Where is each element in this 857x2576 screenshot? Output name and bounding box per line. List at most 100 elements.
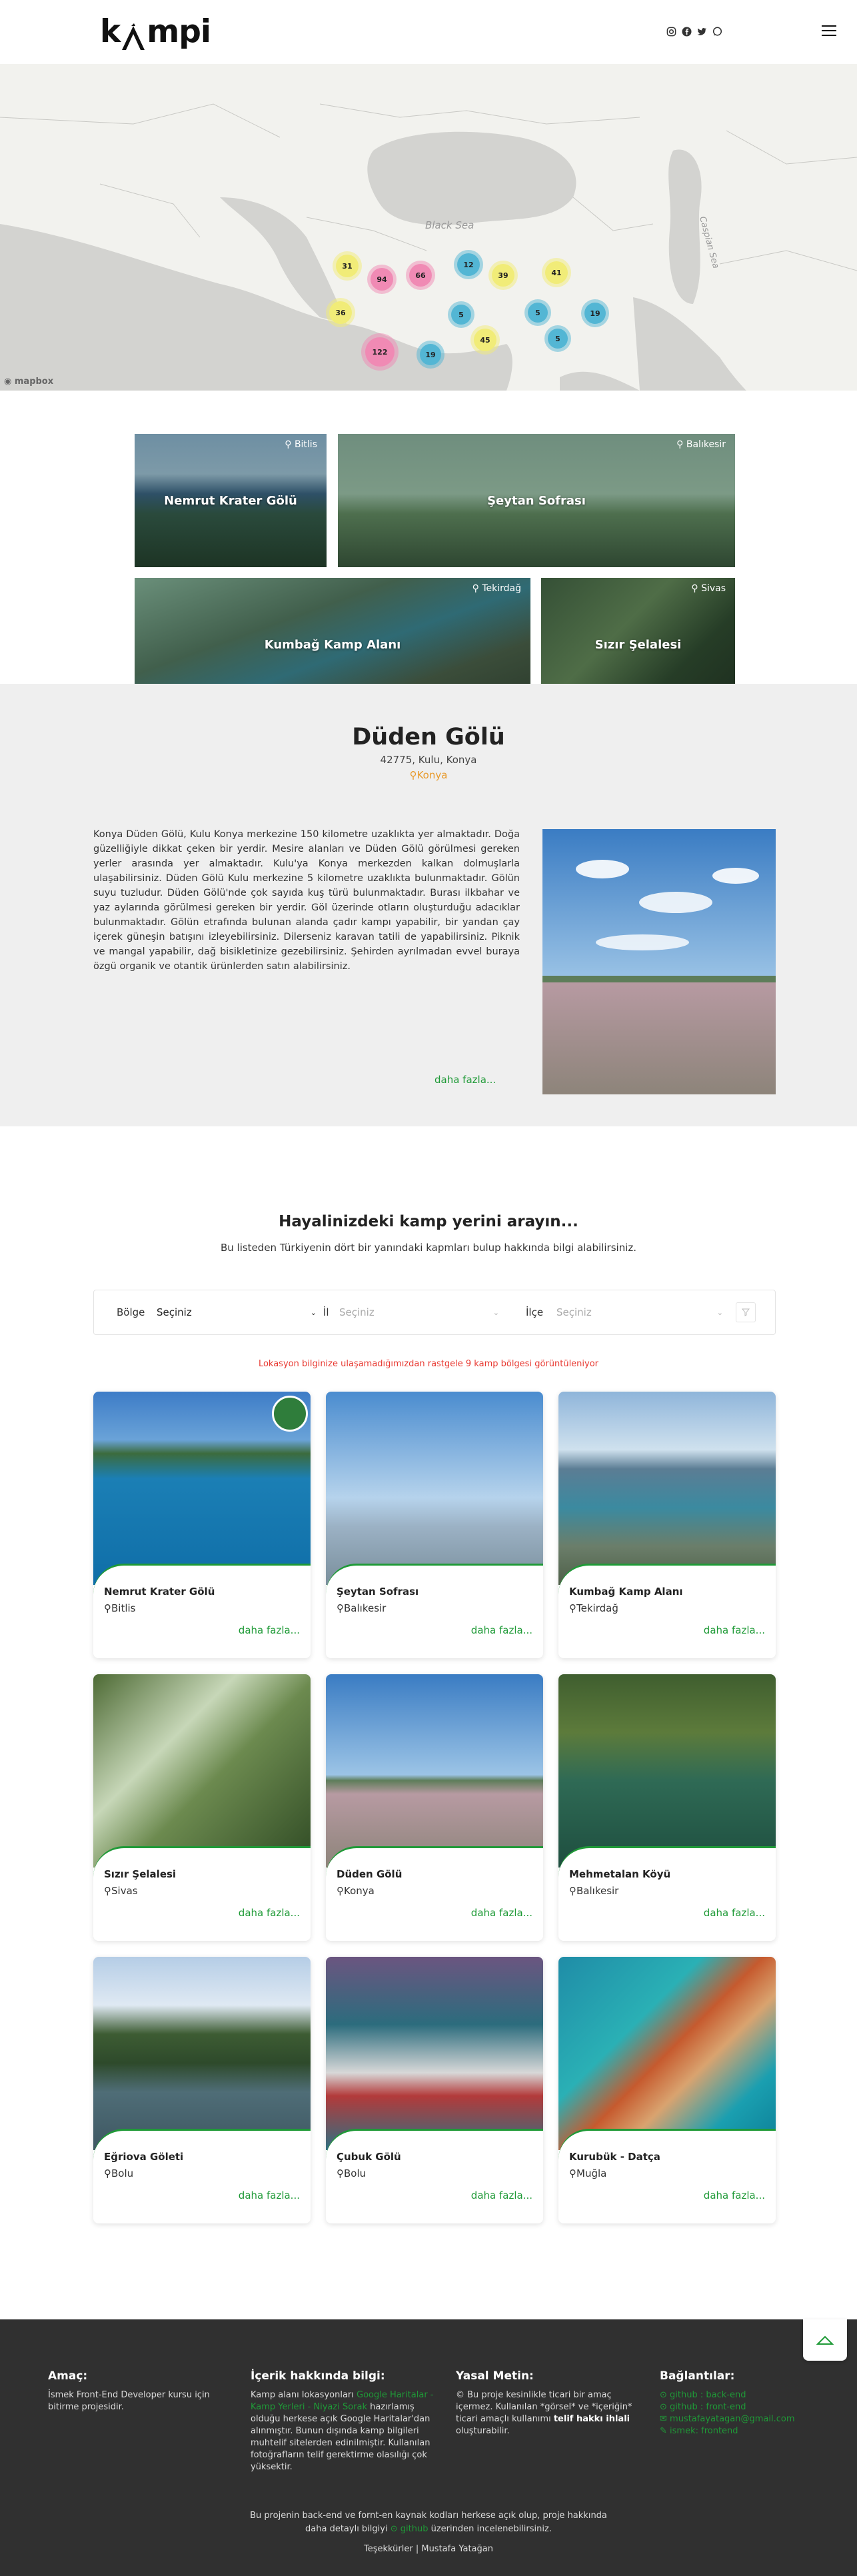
map-cluster[interactable]: 5 [548, 329, 568, 349]
map-cluster[interactable]: 19 [584, 303, 606, 324]
location-warning: Lokasyon bilginize ulaşamadığımızdan ras… [258, 1359, 599, 1369]
place-card[interactable]: Eğriova Göleti ⚲Bolu daha fazla... [93, 1957, 311, 2223]
read-more-link[interactable]: daha fazla... [471, 1624, 532, 1636]
github-link[interactable]: ⊙ github [391, 2524, 428, 2534]
place-province: ⚲Sivas [104, 1885, 138, 1897]
map-cluster[interactable]: 94 [371, 268, 393, 291]
place-name: Mehmetalan Köyü [569, 1868, 671, 1880]
footer-note: Bu projenin back-end ve fornt-en kaynak … [250, 2511, 607, 2534]
location-label: ⚲ Bitlis [285, 439, 317, 450]
map-cluster[interactable]: 12 [457, 253, 480, 276]
map-cluster[interactable]: 5 [528, 303, 548, 323]
github-backend-link[interactable]: ⊙ github : back-end [660, 2389, 820, 2401]
ismek-link[interactable]: ✎ ismek: frontend [660, 2425, 820, 2437]
map-base: Black Sea Caspian Sea [0, 64, 857, 391]
place-name: Kumbağ Kamp Alanı [569, 1586, 683, 1598]
place-card[interactable]: Kumbağ Kamp Alanı ⚲Tekirdağ daha fazla..… [558, 1392, 776, 1658]
legal-title: Yasal Metin: [456, 2369, 534, 2383]
place-province: ⚲Bitlis [104, 1602, 136, 1614]
campsite-map[interactable]: Black Sea Caspian Sea 31 94 66 12 39 41 … [0, 64, 857, 391]
map-cluster[interactable]: 122 [365, 337, 395, 367]
city-label: İl [323, 1306, 329, 1318]
read-more-link[interactable]: daha fazla... [471, 1907, 532, 1919]
place-name: Eğriova Göleti [104, 2151, 184, 2163]
district-label: İlçe [526, 1306, 544, 1318]
menu-icon[interactable] [822, 25, 836, 37]
map-cluster[interactable]: 45 [474, 329, 496, 351]
github-frontend-link[interactable]: ⊙ github : front-end [660, 2401, 820, 2413]
featured-title: Sızır Şelalesi [594, 637, 682, 652]
read-more-link[interactable]: daha fazla... [471, 2189, 532, 2201]
featured-title: Nemrut Krater Gölü [164, 493, 297, 508]
chevron-down-icon: ⌄ [492, 1308, 499, 1317]
featured-title: Kumbağ Kamp Alanı [264, 637, 401, 652]
featured-card[interactable]: ⚲ Bitlis Nemrut Krater Gölü [135, 434, 327, 567]
place-card[interactable]: Şeytan Sofrası ⚲Balıkesir daha fazla... [326, 1392, 543, 1658]
region-label: Bölge [117, 1306, 145, 1318]
chevron-down-icon: ⌄ [310, 1308, 317, 1317]
place-card[interactable]: Mehmetalan Köyü ⚲Balıkesir daha fazla... [558, 1674, 776, 1941]
place-photo [542, 829, 776, 1094]
featured-title: Şeytan Sofrası [487, 493, 586, 508]
place-name: Şeytan Sofrası [337, 1586, 419, 1598]
search-title: Hayalinizdeki kamp yerini arayın... [279, 1213, 578, 1230]
footer-links: ⊙ github : back-end ⊙ github : front-end… [660, 2389, 820, 2437]
place-name: Çubuk Gölü [337, 2151, 401, 2163]
location-label: ⚲ Tekirdağ [472, 583, 521, 594]
read-more-link[interactable]: daha fazla... [239, 2189, 300, 2201]
read-more-link[interactable]: daha fazla... [704, 1907, 765, 1919]
footer-credits: Teşekkürler | Mustafa Yatağan [364, 2544, 493, 2554]
map-cluster[interactable]: 19 [420, 344, 441, 365]
place-province: ⚲Muğla [569, 2167, 607, 2179]
facebook-icon[interactable] [682, 27, 692, 37]
featured-card[interactable]: ⚲ Balıkesir Şeytan Sofrası [338, 434, 735, 567]
featured-places: ⚲ Bitlis Nemrut Krater Gölü ⚲ Balıkesir … [0, 391, 857, 711]
site-footer: Amaç: İsmek Front-End Developer kursu iç… [0, 2319, 857, 2576]
map-cluster[interactable]: 31 [336, 255, 359, 277]
search-subtitle: Bu listeden Türkiyenin dört bir yanındak… [220, 1242, 637, 1254]
scroll-to-top-button[interactable] [803, 2319, 847, 2361]
place-card[interactable]: Kurubük - Datça ⚲Muğla daha fazla... [558, 1957, 776, 2223]
twitter-icon[interactable] [697, 27, 707, 37]
read-more-link[interactable]: daha fazla... [239, 1624, 300, 1636]
black-sea-label: Black Sea [425, 219, 474, 231]
place-card[interactable]: Çubuk Gölü ⚲Bolu daha fazla... [326, 1957, 543, 2223]
place-name: Kurubük - Datça [569, 2151, 660, 2163]
links-title: Bağlantılar: [660, 2369, 735, 2383]
map-cluster[interactable]: 36 [329, 301, 352, 324]
map-cluster[interactable]: 66 [409, 264, 432, 287]
place-card[interactable]: Nemrut Krater Gölü ⚲Bitlis daha fazla... [93, 1392, 311, 1658]
place-address: 42775, Kulu, Konya [380, 754, 477, 766]
mapbox-attribution[interactable]: ◉ mapbox [4, 377, 53, 387]
filter-icon[interactable] [736, 1302, 756, 1322]
place-province: ⚲Bolu [104, 2167, 134, 2179]
read-more-link[interactable]: daha fazla... [434, 1074, 496, 1086]
instagram-icon[interactable] [666, 27, 676, 37]
region-select[interactable]: Seçiniz ⌄ [157, 1306, 317, 1318]
read-more-link[interactable]: daha fazla... [704, 2189, 765, 2201]
place-name: Düden Gölü [337, 1868, 403, 1880]
tent-logo-icon [121, 23, 146, 50]
read-more-link[interactable]: daha fazla... [704, 1624, 765, 1636]
map-cluster[interactable]: 41 [545, 261, 568, 284]
camp-search-section: Hayalinizdeki kamp yerini arayın... Bu l… [0, 1126, 857, 2319]
place-province: ⚲Balıkesir [337, 1602, 387, 1614]
content-text: Kamp alanı lokasyonları Google Haritalar… [251, 2390, 434, 2472]
district-select[interactable]: Seçiniz ⌄ [556, 1306, 723, 1318]
location-label: ⚲ Sivas [691, 583, 726, 594]
place-province: ⚲Tekirdağ [569, 1602, 618, 1614]
location-label: ⚲ Balıkesir [676, 439, 726, 450]
purpose-text: İsmek Front-End Developer kursu için bit… [48, 2390, 210, 2412]
place-card[interactable]: Düden Gölü ⚲Konya daha fazla... [326, 1674, 543, 1941]
whatsapp-icon[interactable] [712, 27, 722, 37]
email-link[interactable]: ✉ mustafayatagan@gmail.com [660, 2413, 820, 2425]
legal-text: © Bu proje kesinlikle ticari bir amaç iç… [456, 2390, 632, 2436]
content-title: İçerik hakkında bilgi: [251, 2369, 385, 2383]
map-cluster[interactable]: 5 [451, 305, 471, 325]
map-cluster[interactable]: 39 [492, 264, 514, 287]
site-logo[interactable]: k mpi [100, 13, 211, 50]
place-card[interactable]: Sızır Şelalesi ⚲Sivas daha fazla... [93, 1674, 311, 1941]
read-more-link[interactable]: daha fazla... [239, 1907, 300, 1919]
chevron-down-icon: ⌄ [716, 1308, 723, 1317]
city-select[interactable]: Seçiniz ⌄ [339, 1306, 499, 1318]
